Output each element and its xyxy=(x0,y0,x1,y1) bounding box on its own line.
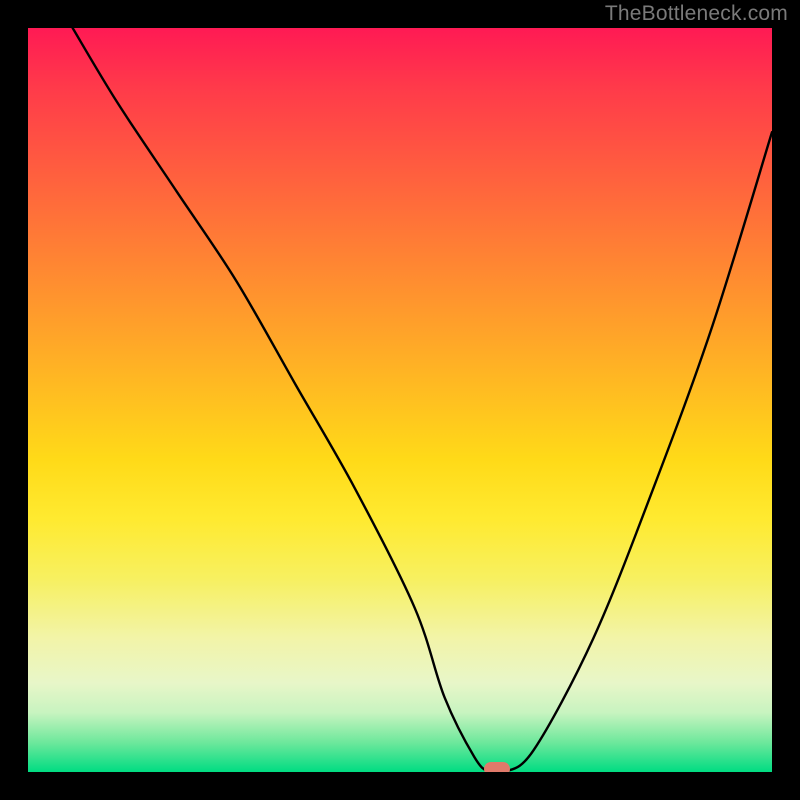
chart-frame: TheBottleneck.com xyxy=(0,0,800,800)
watermark-text: TheBottleneck.com xyxy=(605,2,788,26)
bottleneck-curve xyxy=(28,28,772,772)
optimal-marker xyxy=(484,762,510,772)
plot-area xyxy=(28,28,772,772)
